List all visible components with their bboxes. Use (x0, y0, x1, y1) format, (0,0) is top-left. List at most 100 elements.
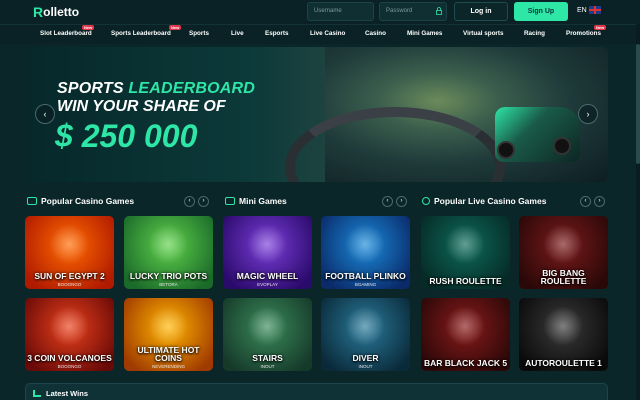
header: Rolletto Username Password Log in Sign U… (0, 0, 640, 24)
nav-item-sports-leaderboard[interactable]: Sports Leaderboard New (111, 25, 182, 37)
nav-item-racing[interactable]: Racing (524, 30, 545, 37)
game-title: BIG BANG ROULETTE (540, 268, 587, 286)
password-placeholder: Password (386, 8, 413, 14)
username-input[interactable]: Username (307, 2, 374, 21)
game-title: 3 COIN VOLCANOES (27, 353, 112, 363)
promo-banner[interactable]: SPORTS LEADERBOARD WIN YOUR SHARE OF $ 2… (25, 47, 608, 182)
game-provider: EVOPLAY (257, 282, 278, 287)
section-title-popular-casino: Popular Casino Games (27, 196, 134, 206)
new-badge: New (594, 25, 607, 30)
car-wheel (497, 141, 515, 159)
lock-icon (436, 7, 442, 15)
game-tile[interactable]: 3 COIN VOLCANOES BOOONGO (25, 298, 114, 371)
game-provider: INOUT (358, 364, 373, 369)
game-tile[interactable]: AUTOROULETTE 1 (519, 298, 608, 371)
game-tile[interactable]: MAGIC WHEEL EVOPLAY (223, 216, 312, 289)
prev-button[interactable]: ‹ (580, 196, 591, 207)
next-button[interactable]: › (396, 196, 407, 207)
nav-label: Sports Leaderboard (111, 30, 171, 37)
banner-headline-white: SPORTS (57, 80, 124, 97)
uk-flag-icon (588, 6, 601, 14)
nav-item-live-casino[interactable]: Live Casino (310, 30, 345, 37)
prev-button[interactable]: ‹ (382, 196, 393, 207)
game-tile[interactable]: STAIRS INOUT (223, 298, 312, 371)
password-input[interactable]: Password (379, 2, 447, 21)
next-button[interactable]: › (594, 196, 605, 207)
game-title: FOOTBALL PLINKO (325, 271, 406, 281)
game-title: SUN OF EGYPT 2 (34, 271, 105, 281)
page: Rolletto Username Password Log in Sign U… (0, 0, 640, 400)
scroll-thumb[interactable] (636, 44, 640, 164)
game-title: MAGIC WHEEL (236, 271, 299, 281)
game-artwork (543, 306, 583, 346)
nav-item-promotions[interactable]: Promotions New (566, 25, 607, 37)
game-tile[interactable]: BIG BANG ROULETTE (519, 216, 608, 289)
gamepad-icon (225, 197, 235, 205)
game-tile[interactable]: SUN OF EGYPT 2 BOOONGO (25, 216, 114, 289)
game-title: RUSH ROULETTE (429, 276, 502, 286)
game-tile[interactable]: DIVER INOUT (321, 298, 410, 371)
nav-item-slot-leaderboard[interactable]: Slot Leaderboard New (40, 25, 95, 37)
game-tile[interactable]: LUCKY TRIO POTS BETORA (124, 216, 213, 289)
banner-headline-accent: LEADERBOARD (128, 80, 256, 97)
language-code: EN (577, 6, 587, 14)
section-title-mini-games: Mini Games (225, 196, 287, 206)
nav-item-virtual-sports[interactable]: Virtual sports (463, 30, 503, 37)
live-casino-icon (422, 197, 430, 205)
nav-item-sports[interactable]: Sports (189, 30, 209, 37)
popular-casino-arrows: ‹ › (184, 196, 209, 207)
banner-prev-button[interactable]: ‹ (35, 104, 55, 124)
nav-item-casino[interactable]: Casino (365, 30, 386, 37)
page-scrollbar[interactable] (636, 24, 640, 400)
section-label: Popular Casino Games (41, 196, 135, 206)
latest-wins-label: Latest Wins (46, 389, 89, 398)
game-title: AUTOROULETTE 1 (525, 358, 602, 368)
game-artwork (247, 306, 287, 346)
prev-button[interactable]: ‹ (184, 196, 195, 207)
nav-item-live[interactable]: Live (231, 30, 244, 37)
logo-letter: R (33, 4, 44, 20)
game-tile[interactable]: RUSH ROULETTE (421, 216, 510, 289)
popular-live-arrows: ‹ › (580, 196, 605, 207)
game-provider: NEVERENDING (151, 364, 185, 369)
latest-wins-bar[interactable]: Latest Wins (25, 383, 608, 400)
chart-icon (33, 390, 41, 397)
banner-subheadline: WIN YOUR SHARE OF (57, 98, 226, 115)
game-provider: BETORA (159, 282, 178, 287)
banner-next-button[interactable]: › (578, 104, 598, 124)
game-tile[interactable]: FOOTBALL PLINKO BGAMING (321, 216, 410, 289)
new-badge: New (169, 25, 182, 30)
signup-button[interactable]: Sign Up (514, 2, 568, 21)
game-artwork (345, 224, 385, 264)
game-artwork (148, 224, 188, 264)
game-artwork (445, 224, 485, 264)
mini-games-arrows: ‹ › (382, 196, 407, 207)
game-tile[interactable]: BAR BLACK JACK 5 (421, 298, 510, 371)
game-provider: BOOONGO (57, 364, 82, 369)
language-selector[interactable]: EN (577, 6, 601, 14)
section-label: Popular Live Casino Games (434, 196, 547, 206)
nav-item-esports[interactable]: Esports (265, 30, 288, 37)
game-provider: BGAMING (354, 282, 377, 287)
section-title-popular-live: Popular Live Casino Games (422, 196, 546, 206)
game-title: LUCKY TRIO POTS (129, 271, 208, 281)
game-artwork (445, 306, 485, 346)
casino-icon (27, 197, 37, 205)
game-provider: INOUT (260, 364, 275, 369)
game-title: ULTIMATE HOT COINS (137, 345, 200, 363)
banner-amount: $ 250 000 (55, 118, 198, 154)
logo[interactable]: Rolletto (33, 4, 79, 20)
game-title: BAR BLACK JACK 5 (423, 358, 508, 368)
car-wheel (553, 137, 571, 155)
race-car-image (495, 107, 580, 162)
next-button[interactable]: › (198, 196, 209, 207)
nav-item-mini-games[interactable]: Mini Games (407, 30, 442, 37)
game-artwork (543, 224, 583, 264)
game-title: DIVER (352, 353, 379, 363)
logo-text: olletto (43, 5, 80, 19)
login-button[interactable]: Log in (454, 2, 508, 21)
game-tile[interactable]: ULTIMATE HOT COINS NEVERENDING (124, 298, 213, 371)
new-badge: New (82, 25, 95, 30)
game-artwork (247, 224, 287, 264)
banner-headline: SPORTS LEADERBOARD (57, 80, 255, 98)
